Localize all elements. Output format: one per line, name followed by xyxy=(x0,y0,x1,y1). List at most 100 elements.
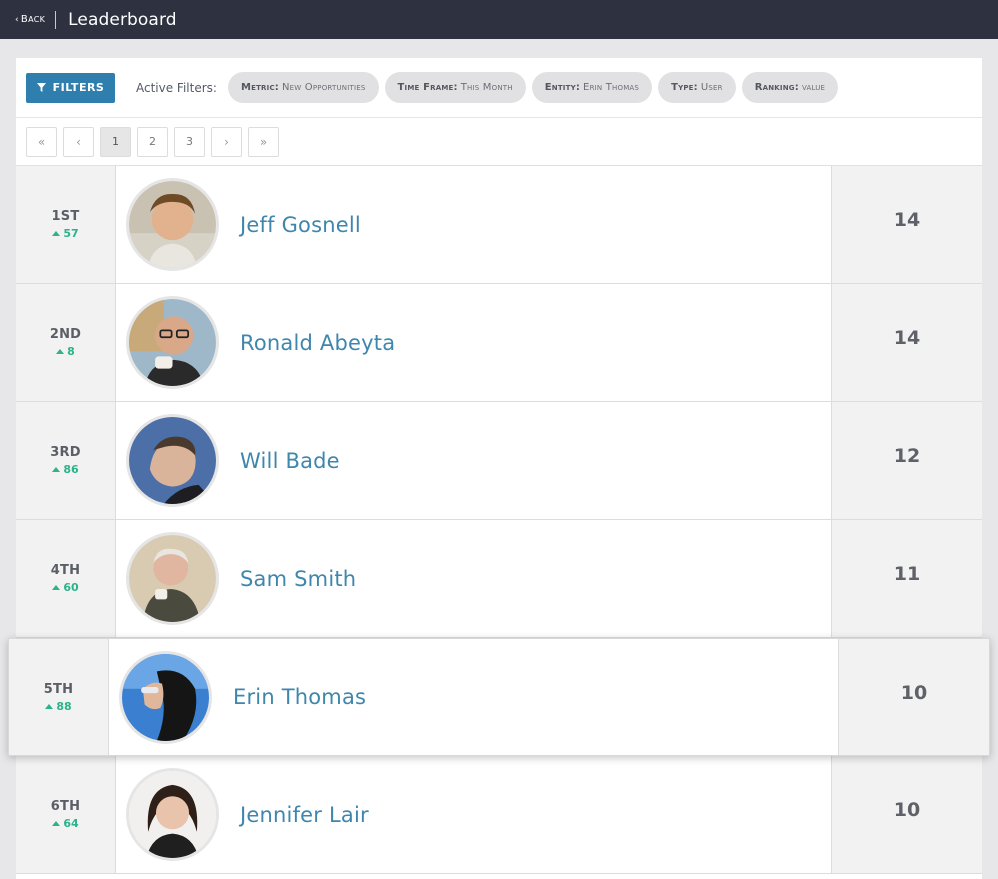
page-button-1[interactable]: 1 xyxy=(100,126,131,157)
person-name-link[interactable]: Ronald Abeyta xyxy=(240,331,395,355)
score-value: 14 xyxy=(893,327,921,349)
arrow-up-icon xyxy=(52,467,61,472)
person-name-link[interactable]: Erin Thomas xyxy=(233,685,366,709)
rank-label: 1ST xyxy=(51,209,80,224)
rank-change-value: 86 xyxy=(63,463,79,476)
score-value: 10 xyxy=(900,682,928,704)
chip-value: This Month xyxy=(460,82,513,93)
avatar[interactable] xyxy=(126,768,219,861)
rank-cell: 2ND 8 xyxy=(16,284,116,401)
rank-change: 88 xyxy=(45,699,72,713)
score-cell: 10 xyxy=(832,756,982,873)
avatar[interactable] xyxy=(126,296,219,389)
rank-cell: 6TH 64 xyxy=(16,756,116,873)
filter-chip-time-frame[interactable]: Time Frame: This Month xyxy=(384,72,526,103)
chip-key: Type: xyxy=(671,82,698,93)
chip-key: Metric: xyxy=(240,82,279,93)
score-value: 12 xyxy=(893,445,921,467)
avatar[interactable] xyxy=(119,650,212,744)
page-title: Leaderboard xyxy=(68,9,177,30)
top-bar: ‹ Back Leaderboard xyxy=(0,0,998,39)
avatar[interactable] xyxy=(126,178,219,271)
back-button[interactable]: ‹ Back xyxy=(15,14,45,25)
chip-value: User xyxy=(700,82,723,93)
arrow-up-icon xyxy=(52,231,61,236)
rank-change: 86 xyxy=(52,463,79,476)
active-filters-label: Active Filters: xyxy=(136,80,217,95)
score-cell: 11 xyxy=(832,520,982,637)
rank-change-value: 88 xyxy=(56,699,72,713)
rank-label: 5TH xyxy=(43,681,74,697)
arrow-up-icon xyxy=(52,585,61,590)
avatar[interactable] xyxy=(126,532,219,625)
filter-chip-ranking[interactable]: Ranking: value xyxy=(741,72,839,103)
rank-label: 4TH xyxy=(50,563,81,578)
last-page-button[interactable]: » xyxy=(248,126,279,157)
back-label: Back xyxy=(20,14,46,25)
rank-change-value: 60 xyxy=(63,581,79,594)
page-button-3[interactable]: 3 xyxy=(174,126,205,157)
rank-cell: 3RD 86 xyxy=(16,402,116,519)
person-name-link[interactable]: Will Bade xyxy=(240,449,340,473)
chip-key: Ranking: xyxy=(754,82,799,93)
first-page-button[interactable]: « xyxy=(26,126,57,157)
person-cell: Jeff Gosnell xyxy=(116,166,832,283)
filter-chip-metric[interactable]: Metric: New Opportunities xyxy=(227,72,379,103)
person-name-link[interactable]: Sam Smith xyxy=(240,567,356,591)
leaderboard-row: 3RD 86 Will Bade 12 xyxy=(16,402,982,520)
chip-value: value xyxy=(801,82,826,93)
pagination: « ‹ 1 2 3 › » xyxy=(16,118,982,166)
arrow-up-icon xyxy=(52,821,61,826)
rank-change-value: 64 xyxy=(63,817,79,830)
rank-label: 6TH xyxy=(50,799,81,814)
prev-page-button[interactable]: ‹ xyxy=(63,126,94,157)
filters-button[interactable]: FILTERS xyxy=(26,72,115,103)
rank-change: 60 xyxy=(52,581,79,594)
chip-key: Time Frame: xyxy=(397,82,458,93)
leaderboard-row: 4TH 60 Sam Smith 11 xyxy=(16,520,982,638)
person-cell: Sam Smith xyxy=(116,520,832,637)
chevron-left-icon: ‹ xyxy=(15,14,19,25)
score-cell: 14 xyxy=(832,284,982,401)
chip-key: Entity: xyxy=(544,82,581,93)
person-cell: Will Bade xyxy=(116,402,832,519)
rank-change: 64 xyxy=(52,817,79,830)
leaderboard-row: 6TH 64 Jennifer Lair 10 xyxy=(16,756,982,874)
leaderboard-row: 2ND 8 Ronald Abeyta 14 xyxy=(16,284,982,402)
rank-cell: 4TH 60 xyxy=(16,520,116,637)
header-divider xyxy=(55,10,57,29)
leaderboard-card: FILTERS Active Filters: Metric: New Oppo… xyxy=(8,58,990,879)
filters-button-label: FILTERS xyxy=(52,81,105,94)
leaderboard-row-current-user: 5TH 88 Erin Thomas 10 xyxy=(8,638,990,756)
arrow-up-icon xyxy=(56,349,65,354)
arrow-up-icon xyxy=(45,703,54,709)
chip-value: New Opportunities xyxy=(282,82,366,93)
filter-bar: FILTERS Active Filters: Metric: New Oppo… xyxy=(16,58,982,118)
score-value: 14 xyxy=(893,209,921,231)
rank-change-value: 8 xyxy=(67,345,75,358)
rank-cell: 5TH 88 xyxy=(9,639,109,755)
score-value: 11 xyxy=(893,563,921,585)
leaderboard-list: 1ST 57 Jeff Gosnell 14 2ND 8 Ronald Abey… xyxy=(8,166,990,874)
person-cell: Erin Thomas xyxy=(109,639,839,755)
score-value: 10 xyxy=(893,799,921,821)
next-page-button[interactable]: › xyxy=(211,126,242,157)
person-name-link[interactable]: Jennifer Lair xyxy=(240,803,369,827)
person-cell: Jennifer Lair xyxy=(116,756,832,873)
avatar[interactable] xyxy=(126,414,219,507)
page-button-2[interactable]: 2 xyxy=(137,126,168,157)
filter-chip-entity[interactable]: Entity: Erin Thomas xyxy=(531,72,653,103)
person-name-link[interactable]: Jeff Gosnell xyxy=(240,213,361,237)
rank-cell: 1ST 57 xyxy=(16,166,116,283)
filter-chip-type[interactable]: Type: User xyxy=(658,72,736,103)
rank-label: 3RD xyxy=(50,445,81,460)
score-cell: 14 xyxy=(832,166,982,283)
score-cell: 12 xyxy=(832,402,982,519)
funnel-icon xyxy=(36,83,46,92)
person-cell: Ronald Abeyta xyxy=(116,284,832,401)
chip-value: Erin Thomas xyxy=(583,82,640,93)
rank-change: 8 xyxy=(56,345,75,358)
rank-label: 2ND xyxy=(49,327,82,342)
score-cell: 10 xyxy=(839,639,989,755)
leaderboard-row: 1ST 57 Jeff Gosnell 14 xyxy=(16,166,982,284)
